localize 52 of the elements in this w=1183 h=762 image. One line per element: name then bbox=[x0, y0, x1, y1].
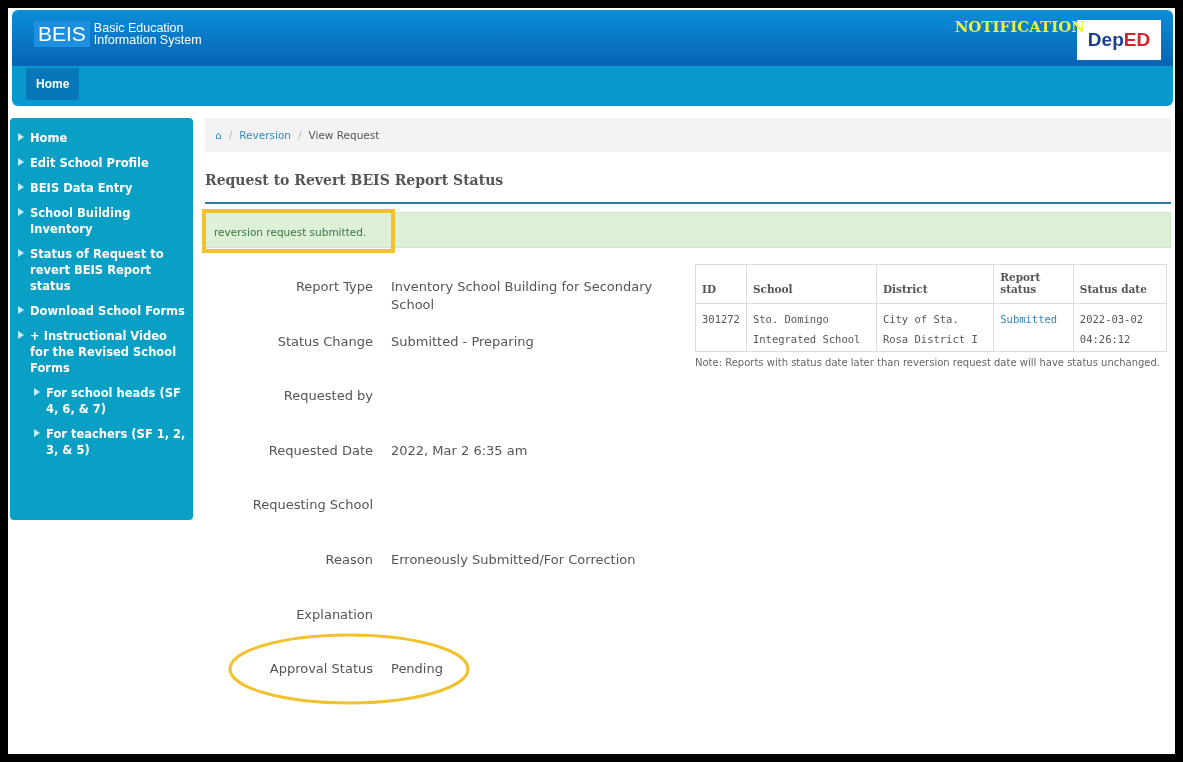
sidebar-item[interactable]: + Instructional Video for the Revised School Forms bbox=[30, 328, 187, 376]
table-cell: 2022-03-02 04:26:12 bbox=[1079, 313, 1144, 345]
breadcrumb-separator: / bbox=[297, 129, 302, 141]
table-cell: 301272 bbox=[702, 313, 740, 325]
column-header: ID bbox=[695, 264, 747, 304]
arrow-icon bbox=[18, 133, 24, 141]
field-value: Submitted - Preparing bbox=[391, 332, 535, 351]
sidebar-item[interactable]: School Building Inventory bbox=[30, 205, 187, 237]
arrow-icon bbox=[34, 388, 40, 396]
field-label: Requested by bbox=[282, 387, 373, 406]
field-value: Erroneously Submitted/For Correction bbox=[391, 550, 637, 569]
logo-abbreviation: BEIS bbox=[34, 21, 90, 47]
arrow-icon bbox=[18, 249, 24, 257]
column-header: District bbox=[876, 264, 994, 304]
breadcrumb-current: View Request bbox=[308, 129, 380, 141]
breadcrumb-link[interactable]: Reversion bbox=[239, 129, 291, 141]
sidebar-item[interactable]: BEIS Data Entry bbox=[30, 180, 133, 196]
arrow-icon bbox=[18, 331, 24, 339]
field-value: Pending bbox=[391, 660, 444, 679]
sidebar-item[interactable]: Home bbox=[30, 130, 68, 146]
table-note: Note: Reports with status date later than reversion request date will have status unchanged. bbox=[695, 356, 1162, 370]
status-link[interactable]: Submitted bbox=[1000, 313, 1058, 325]
sidebar-item[interactable]: Download School Forms bbox=[30, 303, 185, 319]
logo-name: Basic Education Information System bbox=[93, 22, 202, 46]
field-value: 2022, Mar 2 6:35 am bbox=[391, 441, 529, 460]
sidebar-item[interactable]: For teachers (SF 1, 2, 3, & 5) bbox=[46, 426, 187, 458]
arrow-icon bbox=[18, 208, 24, 216]
page-title: Request to Revert BEIS Report Status bbox=[205, 172, 1171, 204]
home-icon[interactable]: ⌂ bbox=[215, 129, 222, 141]
column-header: Report status bbox=[993, 264, 1074, 304]
sidebar-item[interactable]: Edit School Profile bbox=[30, 155, 149, 171]
breadcrumb-separator: / bbox=[228, 129, 233, 141]
arrow-icon bbox=[34, 429, 40, 437]
alert-message: reversion request submitted. bbox=[214, 225, 367, 238]
field-label: Approval Status bbox=[268, 660, 373, 679]
sidebar-item[interactable]: For school heads (SF 4, 6, & 7) bbox=[46, 385, 187, 417]
arrow-icon bbox=[18, 183, 24, 191]
column-header: School bbox=[746, 264, 877, 304]
table-cell: Sto. Domingo Integrated School bbox=[752, 313, 861, 345]
field-label: Report Type bbox=[294, 278, 373, 296]
sidebar-item[interactable]: Status of Request to revert BEIS Report status bbox=[30, 246, 187, 294]
table-cell: City of Sta. Rosa District I bbox=[882, 313, 978, 345]
nav-tab[interactable]: Home bbox=[26, 68, 80, 100]
field-value: Inventory School Building for Secondary School bbox=[391, 278, 654, 314]
field-label: Status Change bbox=[276, 332, 373, 351]
arrow-icon bbox=[18, 158, 24, 166]
field-label: Explanation bbox=[295, 605, 373, 624]
field-label: Requesting School bbox=[251, 496, 373, 515]
field-label: Requested Date bbox=[267, 441, 373, 460]
field-label: Reason bbox=[324, 550, 373, 569]
column-header: Status date bbox=[1073, 264, 1167, 304]
arrow-icon bbox=[18, 306, 24, 314]
